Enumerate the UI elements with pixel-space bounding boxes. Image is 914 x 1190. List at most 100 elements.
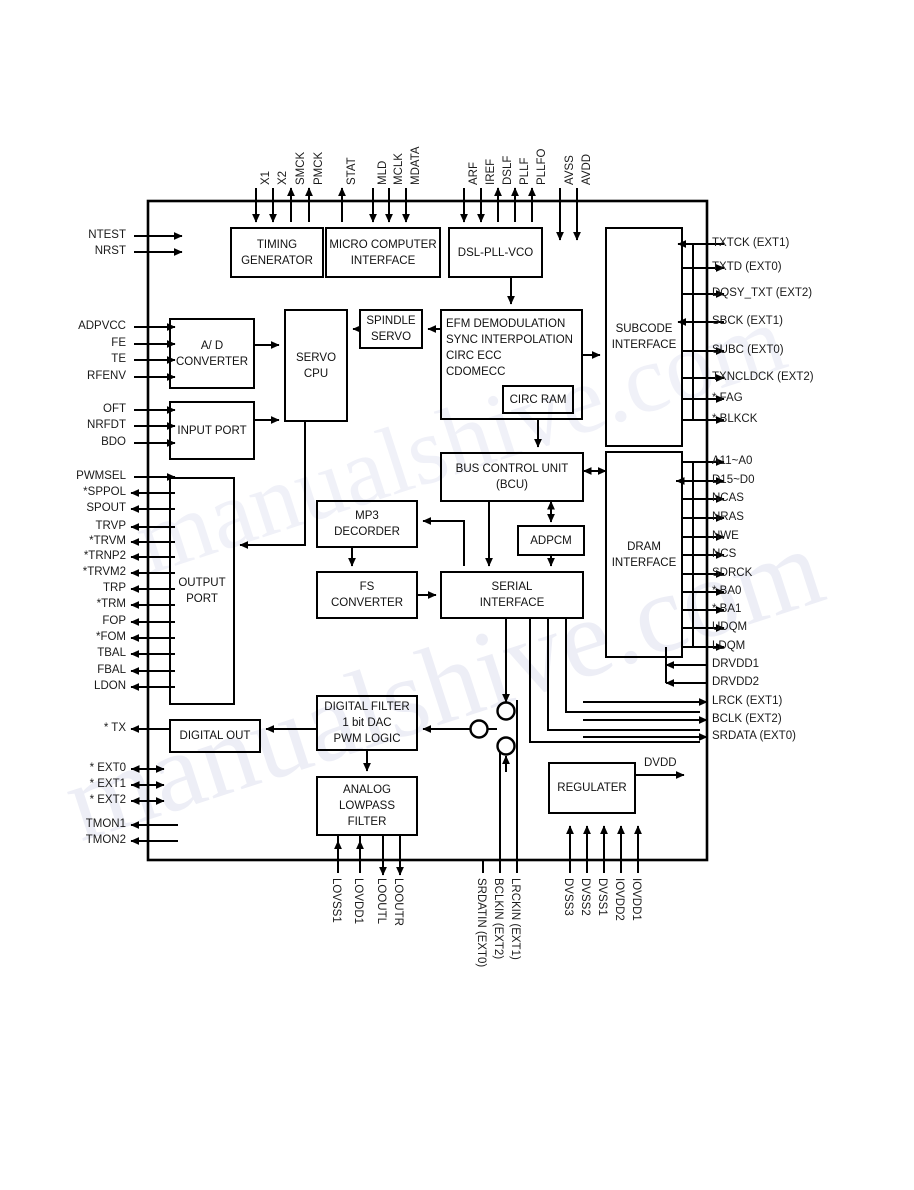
pin-label-right-txncldck-ext2-: TXNCLDCK (EXT2) xyxy=(712,371,814,383)
pin-label-top-mld: MLD xyxy=(377,160,389,185)
pin-label-top-pmck: PMCK xyxy=(313,151,325,185)
node-circle-mid xyxy=(469,719,489,739)
pin-label-top-arf: ARF xyxy=(468,162,480,185)
block-efm_demodulation-line-1: SYNC INTERPOLATION xyxy=(446,334,573,346)
pin-label-left-te: TE xyxy=(111,353,126,365)
pin-label-bottom-lovdd1: LOVDD1 xyxy=(352,878,364,925)
block-bus_control_unit: BUS CONTROL UNIT (BCU) xyxy=(441,461,583,493)
block-input_port: INPUT PORT xyxy=(170,423,254,439)
pin-label-right-sdrck: SDRCK xyxy=(712,567,753,579)
pin-label-right--ba0: * BA0 xyxy=(712,585,742,597)
block-ad_converter-line-0: A/ D xyxy=(200,339,224,352)
pin-label-left-tmon1: TMON1 xyxy=(85,818,126,830)
pin-label-bottom-iovdd1: IOVDD1 xyxy=(630,878,642,921)
pin-label-left--trnp2: *TRNP2 xyxy=(83,550,126,562)
pin-label-left-fbal: FBAL xyxy=(97,664,126,676)
block-mp3_decorder: MP3 DECORDER xyxy=(317,508,417,540)
block-micro_computer_interface: MICRO COMPUTER INTERFACE xyxy=(326,237,440,269)
pin-label-right-dqsy-txt-ext2-: DQSY_TXT (EXT2) xyxy=(712,287,813,299)
pin-label-left-ldon: LDON xyxy=(94,680,126,692)
pin-label-right-udqm: UDQM xyxy=(712,621,748,633)
pin-label-right-drvdd2: DRVDD2 xyxy=(712,676,760,688)
pin-label-bottom-iovdd2: IOVDD2 xyxy=(613,878,625,921)
pin-label-left-fop: FOP xyxy=(102,615,126,627)
block-digital_filter: DIGITAL FILTER 1 bit DAC PWM LOGIC xyxy=(317,699,417,747)
block-ad_converter: A/ D CONVERTER xyxy=(170,338,254,370)
pin-label-left--fom: *FOM xyxy=(95,631,126,643)
pin-label-left-rfenv: RFENV xyxy=(87,370,126,382)
block-analog_lowpass_filter-line-2: FILTER xyxy=(347,816,387,828)
block-output_port-line-0: OUTPUT xyxy=(178,577,226,589)
pin-label-top-avss: AVSS xyxy=(564,155,576,185)
block-mp3_decorder-line-0: MP3 xyxy=(355,510,379,522)
block-subcode_interface: SUBCODE INTERFACE xyxy=(606,321,682,353)
pin-label-left-nrfdt: NRFDT xyxy=(87,419,126,431)
pin-label-right--fag: * FAG xyxy=(712,392,743,404)
block-dsl_pll_vco-line-0: DSL-PLL-VCO xyxy=(457,246,534,259)
node-circle-lower xyxy=(496,736,516,756)
block-mp3_decorder-line-1: DECORDER xyxy=(334,526,400,538)
pin-label-bottom-dvss1: DVSS1 xyxy=(596,878,608,916)
block-output_port: OUTPUT PORT xyxy=(170,575,234,607)
block-bus_control_unit-line-0: BUS CONTROL UNIT xyxy=(455,463,569,475)
pin-label-right-srdata-ext0-: SRDATA (EXT0) xyxy=(712,730,796,742)
block-ad_converter-line-1: CONVERTER xyxy=(176,355,248,368)
block-servo_cpu: SERVO CPU xyxy=(285,350,347,382)
pin-label-right-a11-a0: A11~A0 xyxy=(712,455,753,467)
pin-label-left-adpvcc: ADPVCC xyxy=(78,320,126,332)
pin-label-top-stat: STAT xyxy=(346,157,358,185)
block-digital_filter-line-0: DIGITAL FILTER xyxy=(324,701,410,713)
block-regulater: REGULATER xyxy=(549,780,635,796)
pin-label-right--ba1: * BA1 xyxy=(712,603,742,615)
pin-label-left--tx: * TX xyxy=(103,722,126,734)
block-digital_out-line-0: DIGITAL OUT xyxy=(179,730,251,742)
block-dsl_pll_vco: DSL-PLL-VCO xyxy=(449,245,542,261)
pin-label-left-ntest: NTEST xyxy=(88,229,126,241)
pin-label-bottom-lovss1: LOVSS1 xyxy=(330,878,342,923)
block-dram_interface-line-0: DRAM xyxy=(627,540,661,553)
block-micro_computer_interface-line-1: INTERFACE xyxy=(350,254,416,267)
pin-label-left-tbal: TBAL xyxy=(97,647,126,659)
pin-label-right-nras: NRAS xyxy=(712,511,744,523)
pin-label-right-d15-d0: D15~D0 xyxy=(712,474,755,486)
pin-label-top-x2: X2 xyxy=(277,170,289,185)
pin-label-left-oft: OFT xyxy=(103,403,126,415)
block-timing_generator-line-1: GENERATOR xyxy=(241,254,313,267)
inline-label-dvdd: DVDD xyxy=(644,757,677,769)
block-efm_demodulation: EFM DEMODULATION SYNC INTERPOLATION CIRC E… xyxy=(441,316,582,380)
pin-label-left-spout: SPOUT xyxy=(86,502,126,514)
block-digital_out: DIGITAL OUT xyxy=(170,728,260,744)
pin-label-top-avdd: AVDD xyxy=(581,153,593,185)
block-spindle_servo-line-1: SERVO xyxy=(370,331,412,343)
block-timing_generator-line-0: TIMING xyxy=(256,238,298,251)
block-analog_lowpass_filter-line-1: LOWPASS xyxy=(338,800,396,812)
block-efm_demodulation-line-3: CDOMECC xyxy=(446,366,506,378)
pin-label-left-tmon2: TMON2 xyxy=(85,834,126,846)
pin-label-left-nrst: NRST xyxy=(94,245,126,257)
block-circ_ram: CIRC RAM xyxy=(503,392,573,408)
block-subcode_interface-line-0: SUBCODE xyxy=(615,323,673,335)
pin-label-bottom-lrckin-ext1-: LRCKIN (EXT1) xyxy=(509,878,521,960)
block-fs_converter-line-1: CONVERTER xyxy=(331,597,403,609)
block-diagram-canvas: manualshive.com manualshive.com TIMING G… xyxy=(0,0,914,1190)
pin-label-right-ncs: NCS xyxy=(712,548,737,560)
pin-label-right-txtd-ext0-: TXTD (EXT0) xyxy=(712,261,782,273)
pin-label-left-bdo: BDO xyxy=(101,436,126,448)
pin-label-bottom-dvss3: DVSS3 xyxy=(562,878,574,916)
pin-label-left--ext1: * EXT1 xyxy=(89,778,126,790)
block-analog_lowpass_filter-line-0: ANALOG xyxy=(343,784,391,796)
pin-label-right-bclk-ext2-: BCLK (EXT2) xyxy=(712,713,782,725)
pin-label-left-trvp: TRVP xyxy=(95,520,126,532)
pin-label-right-txtck-ext1-: TXTCK (EXT1) xyxy=(712,237,790,249)
pin-label-bottom-srdatin-ext0-: SRDATIN (EXT0) xyxy=(475,878,487,968)
block-output_port-line-1: PORT xyxy=(186,593,218,605)
block-analog_lowpass_filter: ANALOG LOWPASS FILTER xyxy=(317,782,417,830)
block-efm_demodulation-line-0: EFM DEMODULATION xyxy=(446,318,566,330)
pin-label-left--sppol: *SPPOL xyxy=(83,486,126,498)
pin-label-top-mclk: MCLK xyxy=(393,153,405,185)
block-digital_filter-line-1: 1 bit DAC xyxy=(342,717,392,729)
node-circle-upper xyxy=(496,701,516,721)
block-micro_computer_interface-line-0: MICRO COMPUTER xyxy=(329,238,437,251)
block-serial_interface-line-0: SERIAL xyxy=(491,581,533,593)
pin-label-bottom-looutr: LOOUTR xyxy=(392,878,404,926)
